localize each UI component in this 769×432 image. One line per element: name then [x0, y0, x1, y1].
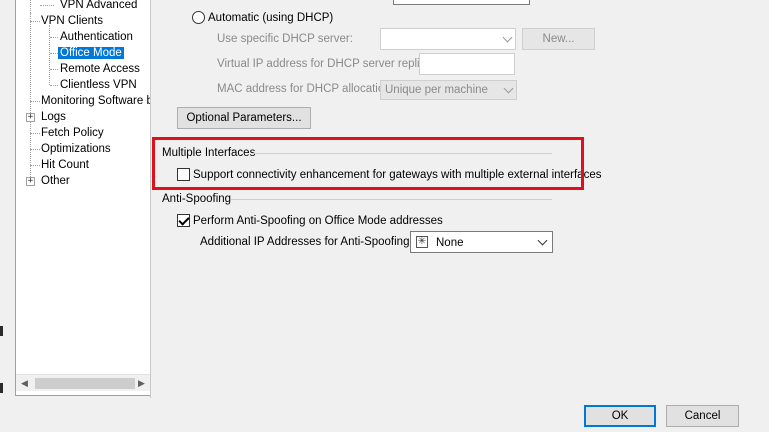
- tree-item-office-mode[interactable]: Office Mode: [58, 45, 124, 61]
- scrollbar-thumb[interactable]: [35, 378, 135, 389]
- virtual-ip-label: Virtual IP address for DHCP server repli…: [217, 58, 435, 70]
- additional-ip-value: None: [436, 237, 464, 249]
- tree-item-other[interactable]: Other: [41, 173, 70, 189]
- tree-guide: [30, 133, 40, 134]
- tree-item-label: Authentication: [60, 31, 133, 43]
- additional-ip-select[interactable]: ✳ None: [410, 231, 553, 253]
- dhcp-radio[interactable]: [192, 11, 205, 24]
- tree-item-hit-count[interactable]: Hit Count: [41, 157, 89, 173]
- virtual-ip-input[interactable]: [419, 53, 515, 75]
- tree-item-clientless-vpn[interactable]: Clientless VPN: [60, 77, 137, 93]
- tree-item-label: Other: [41, 175, 70, 187]
- tree-item-vpn-clients[interactable]: VPN Clients: [41, 13, 103, 29]
- edge-mark: [0, 383, 3, 393]
- chevron-down-icon: [537, 235, 548, 246]
- expand-icon[interactable]: +: [26, 113, 35, 122]
- dhcp-server-label: Use specific DHCP server:: [217, 33, 353, 45]
- tree-item-label: Logs: [41, 111, 66, 123]
- ok-button[interactable]: OK: [584, 405, 656, 427]
- tree-item-label: VPN Clients: [41, 15, 103, 27]
- tree-item-vpn-advanced[interactable]: VPN Advanced: [60, 0, 137, 13]
- edge-mark: [0, 326, 3, 336]
- tree-guide: [49, 25, 50, 85]
- tree-guide: [40, 5, 54, 6]
- tree-item-label: Monitoring Software bl: [41, 95, 151, 107]
- additional-ip-label: Additional IP Addresses for Anti-Spoofin…: [200, 236, 413, 248]
- tree-item-label: Office Mode: [58, 47, 124, 59]
- tree-item-logs[interactable]: Logs: [41, 109, 66, 125]
- tree-item-authentication[interactable]: Authentication: [60, 29, 133, 45]
- tree-item-label: Hit Count: [41, 159, 89, 171]
- background-window-edge: [0, 0, 8, 432]
- dhcp-radio-label: Automatic (using DHCP): [208, 12, 334, 24]
- anti-spoofing-checkbox-label: Perform Anti-Spoofing on Office Mode add…: [193, 215, 443, 227]
- anti-spoofing-checkbox[interactable]: [177, 214, 190, 227]
- tree-guide: [30, 0, 31, 181]
- scroll-left-icon[interactable]: ◀: [16, 375, 33, 392]
- tree-item-label: Fetch Policy: [41, 127, 104, 139]
- tree-item-fetch-policy[interactable]: Fetch Policy: [41, 125, 104, 141]
- tree-guide: [30, 13, 31, 21]
- anti-spoofing-group-title: Anti-Spoofing: [162, 193, 232, 205]
- tree-guide: [30, 165, 40, 166]
- tree-guide: [50, 37, 58, 38]
- tree-guide: [30, 101, 40, 102]
- tree-guide: [50, 53, 58, 54]
- network-object-icon: ✳: [416, 236, 428, 248]
- tree-item-remote-access[interactable]: Remote Access: [60, 61, 140, 77]
- panel-separator: [150, 0, 151, 398]
- tree-item-label: Optimizations: [41, 143, 111, 155]
- tree-item-label: Remote Access: [60, 63, 140, 75]
- tree-item-optimizations[interactable]: Optimizations: [41, 141, 111, 157]
- optional-parameters-button[interactable]: Optional Parameters...: [177, 107, 311, 129]
- highlight-annotation: [152, 137, 584, 190]
- mac-allocation-label: MAC address for DHCP allocation:: [217, 83, 394, 95]
- cancel-button[interactable]: Cancel: [666, 405, 739, 427]
- top-input-field[interactable]: [393, 0, 530, 5]
- tree-guide: [50, 85, 58, 86]
- navigation-tree[interactable]: VPN Advanced VPN Clients Authentication …: [15, 0, 151, 396]
- chevron-down-icon: [502, 32, 513, 43]
- tree-guide: [30, 21, 40, 22]
- new-dhcp-server-button[interactable]: New...: [522, 28, 595, 50]
- dhcp-server-select[interactable]: [380, 28, 516, 50]
- mac-allocation-value: Unique per machine: [385, 84, 488, 96]
- tree-guide: [30, 149, 40, 150]
- tree-horizontal-scrollbar[interactable]: ◀ ▶: [16, 374, 150, 391]
- tree-item-monitoring-software[interactable]: Monitoring Software bl: [41, 93, 151, 109]
- tree-item-label: VPN Advanced: [60, 0, 138, 11]
- chevron-down-icon: [503, 83, 514, 94]
- tree-guide: [50, 69, 58, 70]
- mac-allocation-select[interactable]: Unique per machine: [380, 80, 517, 100]
- group-divider: [231, 199, 552, 200]
- scroll-right-icon[interactable]: ▶: [133, 375, 150, 392]
- expand-icon[interactable]: +: [26, 177, 35, 186]
- tree-item-label: Clientless VPN: [60, 79, 137, 91]
